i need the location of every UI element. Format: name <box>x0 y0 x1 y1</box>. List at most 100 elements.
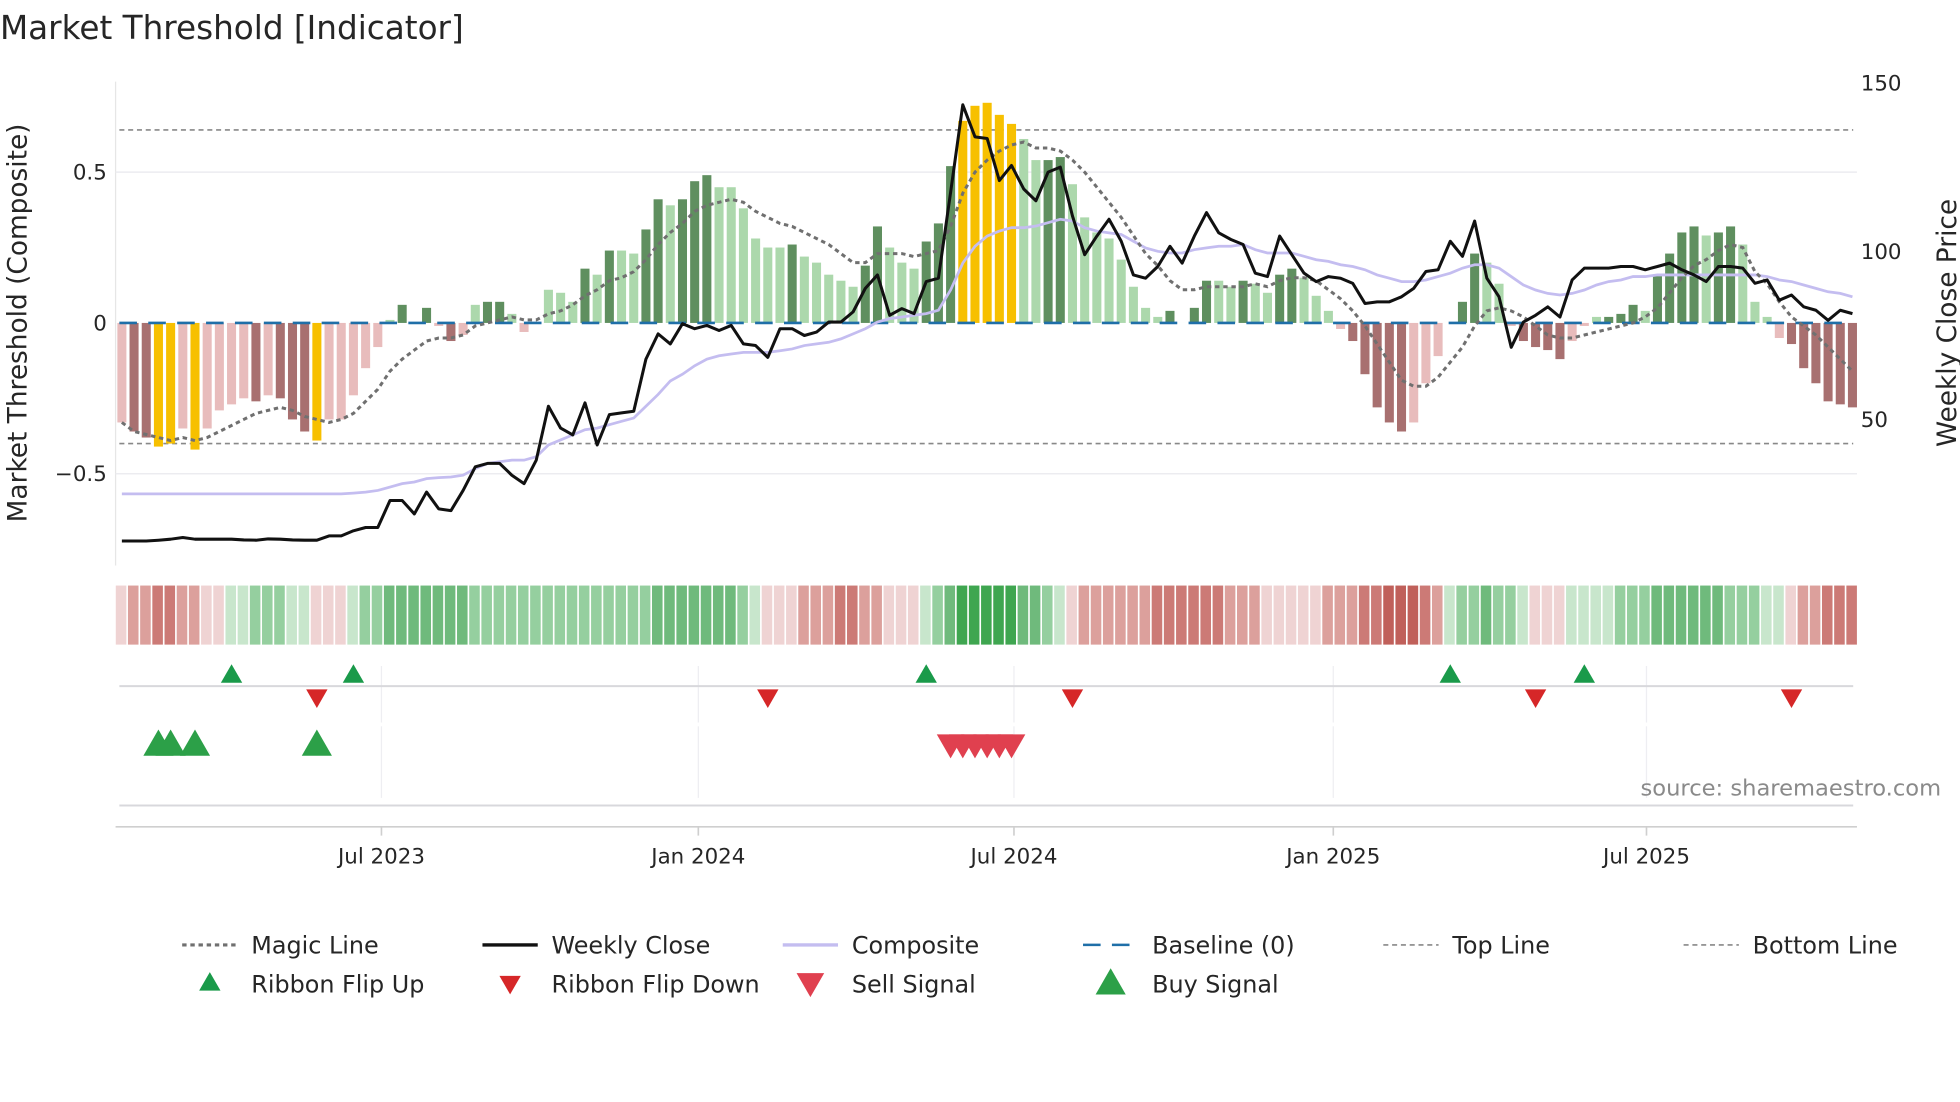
composite-bar <box>1847 322 1857 408</box>
y2-axis-label: Weekly Close Price <box>1933 199 1960 447</box>
ribbon-cell <box>347 585 358 645</box>
composite-bar <box>1543 322 1553 351</box>
legend-label: Magic Line <box>251 932 378 960</box>
ribbon-cell <box>1358 585 1370 645</box>
ribbon-cell <box>1419 585 1431 645</box>
composite-bar <box>1031 160 1041 323</box>
ribbon-flip-up-marker <box>915 664 937 683</box>
ribbon-cell <box>591 585 602 645</box>
ribbon-cell <box>676 585 687 645</box>
ribbon-cell <box>712 585 724 645</box>
ribbon-cell <box>859 585 870 645</box>
ribbon-cell <box>1663 585 1675 645</box>
composite-bar <box>1262 292 1272 323</box>
signal-markers <box>119 664 1854 807</box>
composite-bar <box>178 322 188 429</box>
composite-bar <box>422 307 432 323</box>
ribbon-cell <box>1322 585 1333 645</box>
composite-bar <box>1165 310 1175 323</box>
ribbon-cell <box>566 585 578 645</box>
ribbon-cell <box>1700 585 1711 645</box>
ribbon-cell <box>1578 585 1589 645</box>
legend-item-magic: Magic Line <box>182 932 379 960</box>
ribbon <box>115 585 1857 645</box>
composite-bar <box>568 301 578 323</box>
ribbon-cell <box>664 585 675 645</box>
y2-tick-label: 50 <box>1861 408 1888 433</box>
ribbon-cell <box>895 585 907 645</box>
ribbon-cell <box>1054 585 1065 645</box>
composite-bar <box>141 322 151 438</box>
ribbon-cell <box>1736 585 1748 645</box>
ribbon-cell <box>1602 585 1614 645</box>
legend-label: Bottom Line <box>1753 932 1898 960</box>
composite-bar <box>714 187 724 323</box>
ribbon-cell <box>1188 585 1199 645</box>
ribbon-cell <box>1346 585 1358 645</box>
ribbon-cell <box>517 585 529 645</box>
ribbon-cell <box>1334 585 1346 645</box>
composite-bar <box>982 102 992 323</box>
ribbon-cell <box>1834 585 1845 645</box>
ribbon-cell <box>359 585 371 645</box>
composite-bar <box>629 253 639 323</box>
ribbon-cell <box>493 585 505 645</box>
ribbon-cell <box>554 585 566 645</box>
ribbon-cell <box>1090 585 1102 645</box>
ribbon-cell <box>1212 585 1224 645</box>
ribbon-cell <box>1176 585 1187 645</box>
ribbon-cell <box>1236 585 1248 645</box>
x-tick-label: Jul 2025 <box>1601 844 1690 869</box>
composite-bar <box>153 322 163 447</box>
legend-item-flip_down: Ribbon Flip Down <box>499 971 760 999</box>
composite-bar <box>1007 123 1017 323</box>
composite-bar <box>1141 307 1151 323</box>
composite-bar <box>519 322 529 332</box>
composite-bar <box>397 304 407 323</box>
composite-bar <box>348 322 358 396</box>
ribbon-cell <box>444 585 456 645</box>
ribbon-cell <box>530 585 541 645</box>
composite-bars <box>117 102 1857 450</box>
ribbon-cell <box>383 585 395 645</box>
composite-bar <box>1786 322 1797 345</box>
ribbon-cell <box>1371 585 1382 645</box>
composite-bar <box>1384 322 1394 423</box>
composite-bar <box>227 322 237 405</box>
ribbon-cell <box>225 585 237 645</box>
ribbon-cell <box>700 585 712 645</box>
x-tick-label: Jul 2024 <box>969 844 1058 869</box>
ribbon-cell <box>639 585 651 645</box>
ribbon-cell <box>786 585 797 645</box>
ribbon-cell <box>1115 585 1126 645</box>
composite-bar <box>1128 286 1138 323</box>
composite-bar <box>775 247 785 323</box>
ribbon-cell <box>798 585 809 645</box>
ribbon-cell <box>127 585 139 645</box>
composite-bar <box>641 229 651 323</box>
ribbon-cell <box>944 585 956 645</box>
ribbon-cell <box>481 585 492 645</box>
composite-bar <box>1250 283 1260 323</box>
composite-bar <box>653 199 663 323</box>
ribbon-cell <box>627 585 639 645</box>
ribbon-cell <box>1517 585 1528 645</box>
ribbon-cell <box>1078 585 1090 645</box>
ribbon-cell <box>1407 585 1419 645</box>
ribbon-cell <box>1626 585 1638 645</box>
composite-bar <box>1323 310 1333 323</box>
ribbon-cell <box>1383 585 1394 645</box>
market-threshold-chart: Market Threshold [Indicator] 0.5 0 −0.5 150… <box>0 9 1960 999</box>
ribbon-flip-up-marker <box>1573 664 1596 683</box>
composite-bar <box>1080 217 1090 323</box>
ribbon-cell <box>237 585 249 645</box>
ribbon-cell <box>1785 585 1796 645</box>
ribbon-cell <box>152 585 163 645</box>
composite-bar <box>482 301 493 323</box>
composite-bar <box>1019 138 1029 323</box>
composite-bar <box>1616 313 1626 323</box>
composite-bar <box>1823 322 1833 402</box>
y-tick-label: 0 <box>93 311 107 336</box>
ribbon-cell <box>1566 585 1577 645</box>
source-note: source: sharemaestro.com <box>1640 775 1941 801</box>
